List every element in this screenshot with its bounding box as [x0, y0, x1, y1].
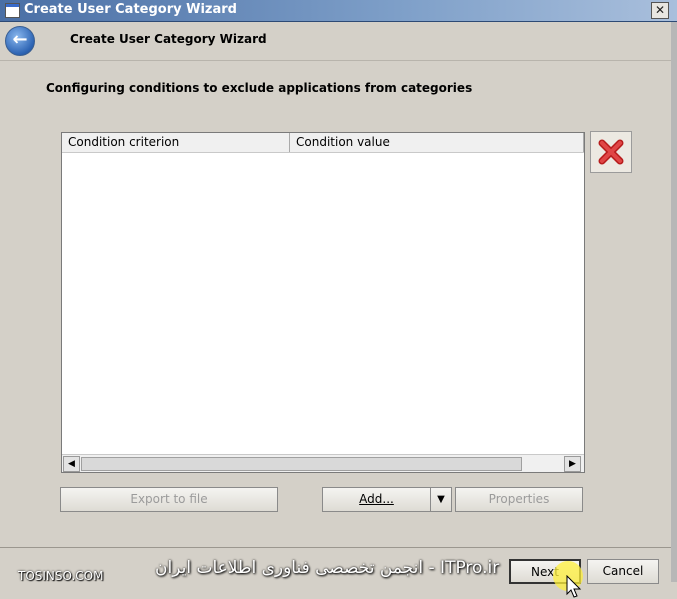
scroll-thumb[interactable]	[81, 457, 522, 471]
mouse-pointer-icon	[566, 575, 582, 598]
window-title: Create User Category Wizard	[24, 2, 237, 17]
wizard-header: ← Create User Category Wizard	[0, 22, 671, 61]
watermark-right: انجمن تخصصی فناوری اطلاعات ایران - ITPro…	[155, 558, 500, 578]
window-icon	[5, 3, 20, 18]
header-title: Create User Category Wizard	[70, 32, 267, 46]
add-button[interactable]: Add...	[322, 487, 431, 512]
watermark-left: TOSINSO.COM	[18, 569, 104, 583]
close-button[interactable]: ✕	[651, 2, 669, 19]
properties-button[interactable]: Properties	[455, 487, 583, 512]
scroll-left-icon[interactable]: ◀	[63, 456, 80, 472]
title-bar: Create User Category Wizard ✕	[0, 0, 677, 22]
back-arrow-icon[interactable]: ←	[5, 26, 35, 56]
column-header-criterion[interactable]: Condition criterion	[62, 133, 290, 152]
add-dropdown-icon[interactable]: ▼	[430, 487, 452, 512]
footer-divider	[0, 547, 671, 548]
cancel-button[interactable]: Cancel	[587, 559, 659, 584]
red-x-icon	[598, 139, 624, 165]
column-header-value[interactable]: Condition value	[290, 133, 584, 152]
grid-header: Condition criterion Condition value	[62, 133, 584, 153]
scroll-right-icon[interactable]: ▶	[564, 456, 581, 472]
conditions-grid[interactable]: Condition criterion Condition value ◀ ▶	[61, 132, 585, 473]
section-heading: Configuring conditions to exclude applic…	[46, 81, 473, 95]
remove-button[interactable]	[590, 131, 632, 173]
window-border	[671, 22, 677, 582]
export-to-file-button[interactable]: Export to file	[60, 487, 278, 512]
horizontal-scrollbar[interactable]: ◀ ▶	[62, 454, 584, 472]
